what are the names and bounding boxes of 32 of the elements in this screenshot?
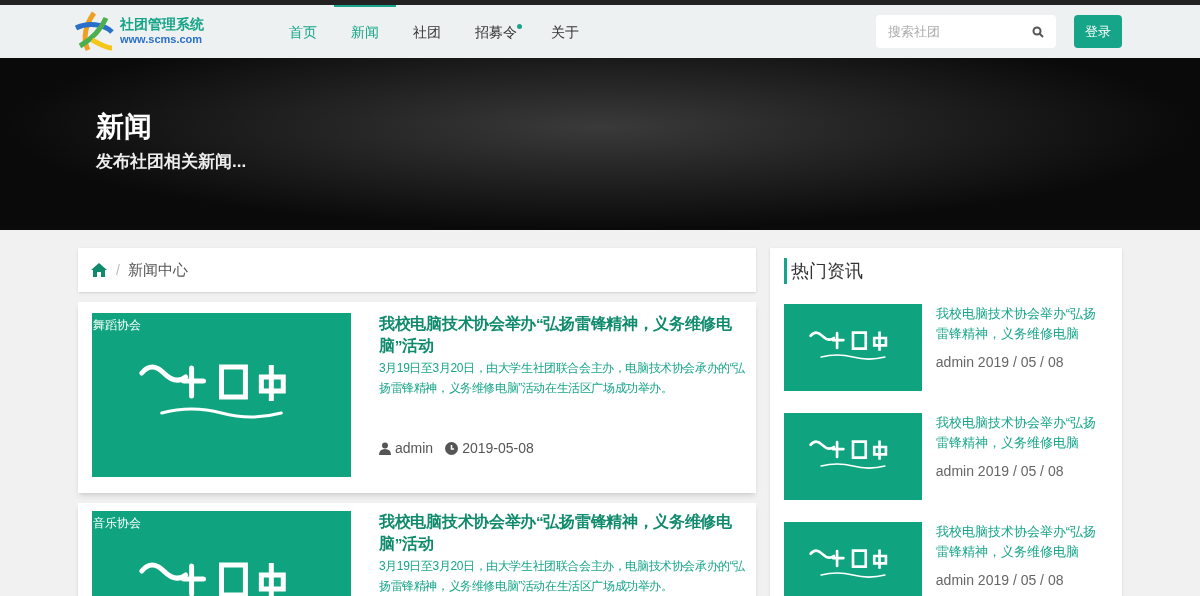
hot-news-meta: admin 2019 / 05 / 08 — [935, 462, 1065, 481]
hero-title: 新闻 — [96, 113, 153, 142]
club-tag: 音乐协会 — [93, 514, 141, 532]
hot-news-title[interactable]: 我校电脑技术协会举办“弘扬雷锋精神，义务维修电脑 — [935, 413, 1108, 453]
breadcrumb-label[interactable]: 新闻中心 — [127, 258, 188, 282]
hot-news-title[interactable]: 我校电脑技术协会举办“弘扬雷锋精神，义务维修电脑 — [935, 304, 1108, 344]
hot-news-title[interactable]: 我校电脑技术协会举办“弘扬雷锋精神，义务维修电脑 — [935, 522, 1108, 562]
news-title[interactable]: 我校电脑技术协会举办“弘扬雷锋精神，义务维修电脑”活动 — [379, 511, 750, 555]
nav-link[interactable]: 社团 — [396, 5, 458, 58]
logo-title: 社团管理系统 — [120, 15, 204, 34]
user-icon — [379, 442, 391, 455]
breadcrumb-separator: / — [116, 260, 120, 280]
clock-icon — [445, 442, 459, 455]
hot-news-meta: admin 2019 / 05 / 08 — [935, 353, 1065, 372]
club-tag: 舞蹈协会 — [93, 316, 141, 334]
panel-title: 热门资讯 — [783, 258, 1108, 284]
login-button[interactable]: 登录 — [1074, 15, 1122, 48]
hero-subtitle: 发布社团相关新闻... — [96, 151, 248, 174]
home-icon[interactable] — [90, 262, 108, 278]
news-author: admin — [395, 439, 434, 458]
logo-icon — [72, 9, 116, 54]
nav-link[interactable]: 首页 — [272, 5, 334, 58]
search-icon[interactable] — [1032, 26, 1044, 38]
news-summary: 3月19日至3月20日，由大学生社团联合会主办，电脑技术协会承办的“弘扬雷锋精神，义务维修电脑”活动在生活区广场成功举办。 — [379, 558, 747, 595]
nav-link[interactable]: 关于 — [534, 5, 596, 58]
nav-link[interactable]: 招募令 — [458, 5, 534, 58]
news-date: 2019-05-08 — [462, 439, 534, 458]
news-summary: 3月19日至3月20日，由大学生社团联合会主办，电脑技术协会承办的“弘扬雷锋精神，义务维修电脑”活动在生活区广场成功举办。 — [379, 360, 747, 397]
logo-url: www.scms.com — [120, 33, 204, 48]
hot-news-meta: admin 2019 / 05 / 08 — [935, 571, 1065, 590]
news-title[interactable]: 我校电脑技术协会举办“弘扬雷锋精神，义务维修电脑”活动 — [379, 313, 750, 357]
search-field[interactable]: 搜索社团 — [876, 15, 1056, 48]
